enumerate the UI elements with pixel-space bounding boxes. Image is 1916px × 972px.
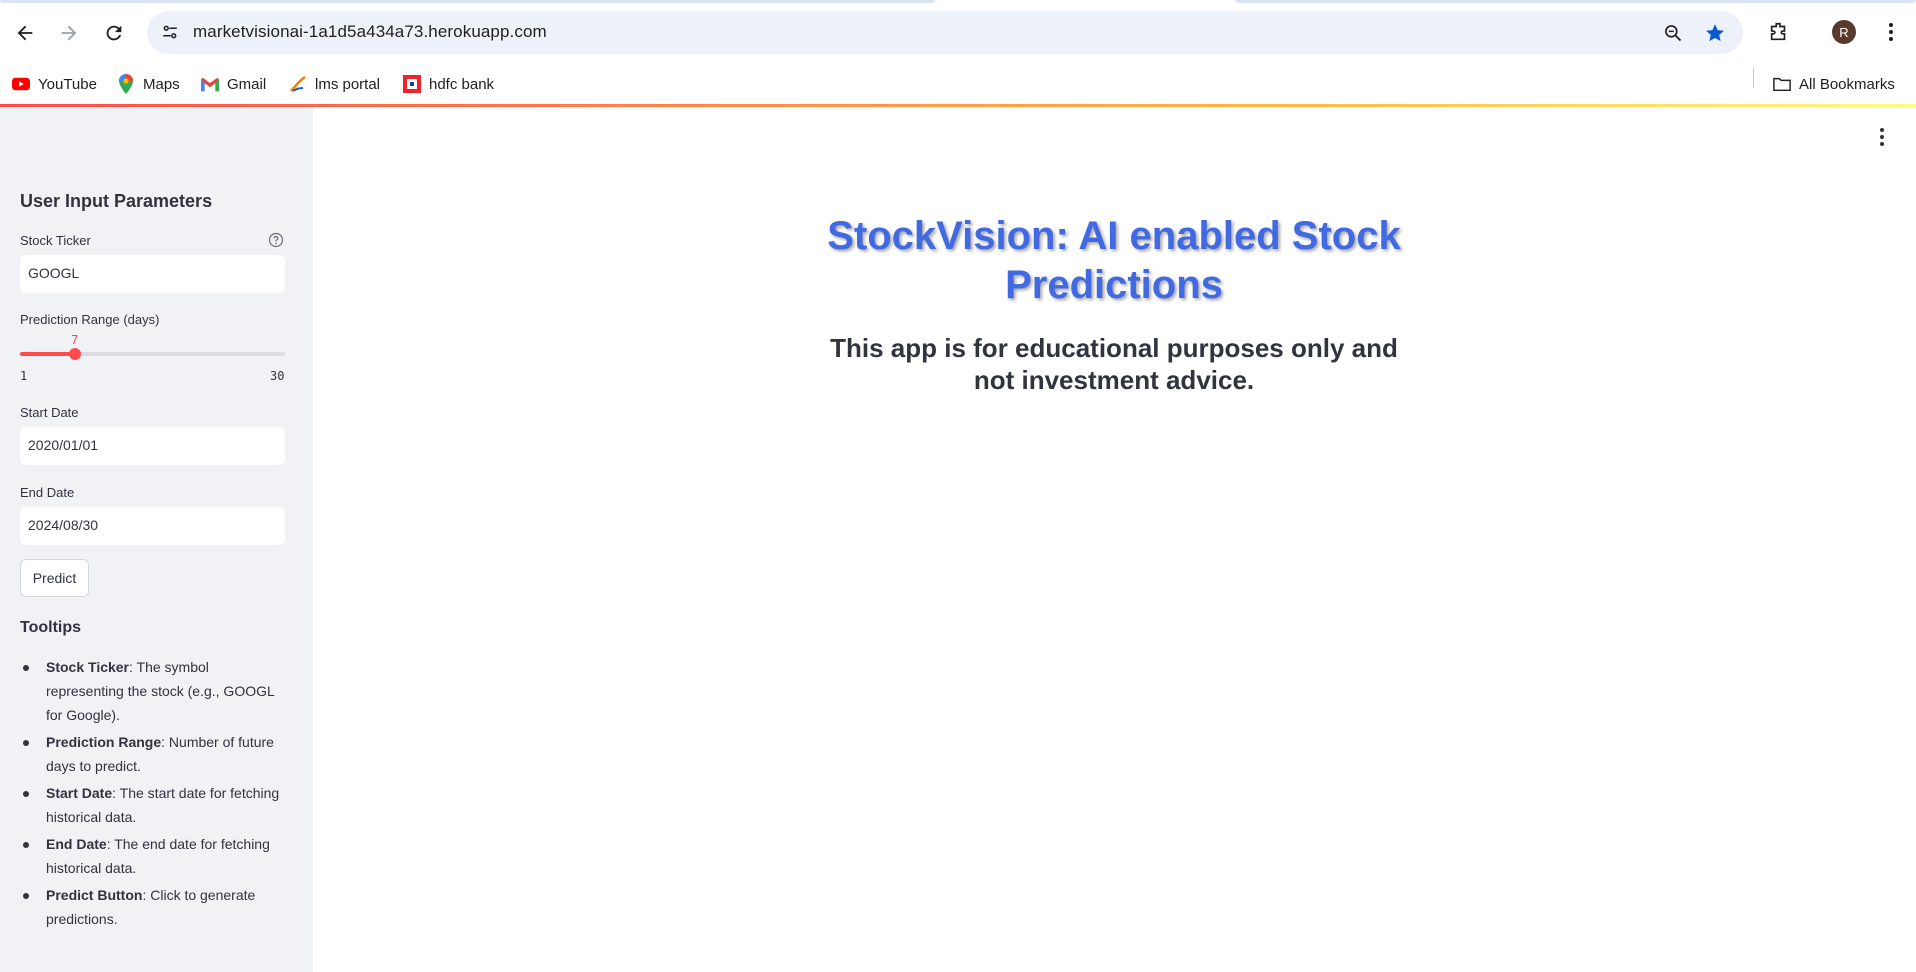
tooltips-heading: Tooltips	[20, 619, 82, 636]
reload-icon	[106, 25, 122, 41]
bookmark-youtube[interactable]: YouTube	[12, 70, 97, 98]
bookmark-maps[interactable]: Maps	[117, 70, 180, 98]
gmail-icon	[201, 75, 219, 93]
folder-icon	[1773, 75, 1791, 93]
bookmark-label: Gmail	[227, 75, 267, 93]
tip-term: Predict Button	[46, 887, 143, 903]
extensions-icon[interactable]	[1764, 17, 1794, 47]
back-button[interactable]	[8, 16, 42, 50]
slider-fill	[20, 352, 75, 356]
tip-term: Prediction Range	[46, 734, 162, 750]
slider-value: 7	[71, 333, 79, 347]
list-item: End Date: The end date for fetching hist…	[20, 832, 290, 880]
all-bookmarks-label: All Bookmarks	[1799, 75, 1895, 93]
start-date-input[interactable]: 2020/01/01	[20, 427, 285, 465]
app-menu-icon[interactable]	[1872, 126, 1892, 148]
back-arrow-icon	[17, 25, 33, 41]
disclaimer-text: This app is for educational purposes onl…	[830, 333, 1398, 395]
tip-term: Stock Ticker	[46, 659, 130, 675]
bookmark-lms[interactable]: lms portal	[289, 70, 380, 98]
forward-button[interactable]	[52, 16, 86, 50]
list-item: Stock Ticker: The symbol representing th…	[20, 655, 290, 727]
ticker-label: Stock Ticker	[20, 233, 91, 248]
tooltips-list: Stock Ticker: The symbol representing th…	[20, 655, 290, 934]
bookmark-gmail[interactable]: Gmail	[201, 70, 266, 98]
bookmark-label: Maps	[143, 75, 180, 93]
youtube-icon	[12, 75, 30, 93]
bookmarks-divider	[1753, 68, 1754, 88]
start-date-label: Start Date	[20, 405, 79, 420]
bookmark-label: lms portal	[315, 75, 381, 93]
hdfc-icon	[403, 75, 421, 93]
bookmark-label: hdfc bank	[429, 75, 495, 93]
bookmarks-bar: YouTube Maps Gmail lms portal hdfc bank …	[0, 64, 1916, 104]
profile-avatar[interactable]: R	[1832, 20, 1856, 44]
lms-icon	[289, 75, 307, 93]
all-bookmarks[interactable]: All Bookmarks	[1773, 70, 1895, 98]
slider-min: 1	[20, 369, 28, 383]
url-text[interactable]: marketvisionai-1a1d5a434a73.herokuapp.co…	[193, 22, 547, 42]
maps-icon	[117, 74, 135, 94]
list-item: Predict Button: Click to generate predic…	[20, 883, 290, 931]
slider-thumb[interactable]	[69, 348, 81, 360]
tab-strip-right	[1235, 0, 1916, 3]
help-icon[interactable]	[268, 232, 284, 248]
list-item: Start Date: The start date for fetching …	[20, 781, 290, 829]
address-bar[interactable]: marketvisionai-1a1d5a434a73.herokuapp.co…	[147, 11, 1743, 54]
ticker-input[interactable]: GOOGL	[20, 255, 285, 293]
bookmark-star-icon[interactable]	[1701, 19, 1729, 47]
sidebar-title: User Input Parameters	[20, 191, 213, 211]
end-date-label: End Date	[20, 485, 75, 500]
bookmark-label: YouTube	[38, 75, 97, 93]
browser-menu-icon[interactable]	[1876, 17, 1906, 47]
bookmark-hdfc[interactable]: hdfc bank	[403, 70, 494, 98]
tip-term: Start Date	[46, 785, 113, 801]
browser-toolbar: marketvisionai-1a1d5a434a73.herokuapp.co…	[0, 0, 1916, 66]
page-title: StockVision: AI enabled Stock Prediction…	[827, 214, 1401, 307]
end-date-input[interactable]: 2024/08/30	[20, 507, 285, 545]
slider-max: 30	[270, 369, 285, 383]
prediction-range-slider[interactable]	[20, 348, 285, 360]
sidebar: User Input Parameters Stock Ticker GOOGL…	[0, 107, 313, 972]
predict-button[interactable]: Predict	[20, 559, 89, 597]
forward-arrow-icon	[61, 25, 77, 41]
tab-strip-left	[0, 0, 935, 3]
range-label: Prediction Range (days)	[20, 312, 160, 327]
reload-button[interactable]	[97, 16, 131, 50]
tip-term: End Date	[46, 836, 107, 852]
zoom-icon[interactable]	[1659, 19, 1687, 47]
site-info-icon[interactable]	[157, 19, 183, 45]
list-item: Prediction Range: Number of future days …	[20, 730, 290, 778]
